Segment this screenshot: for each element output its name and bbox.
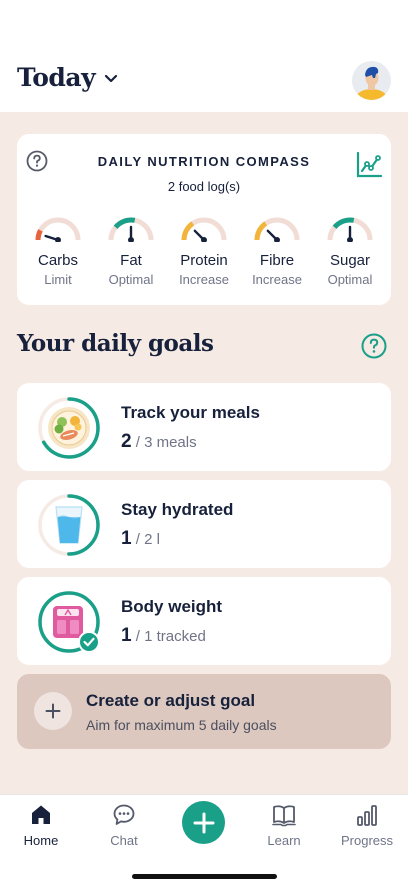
goal-progress: 1 / 1 tracked bbox=[121, 625, 206, 647]
create-goal-title: Create or adjust goal bbox=[86, 691, 256, 710]
goal-stay-hydrated[interactable]: Stay hydrated 1 / 2 l bbox=[17, 480, 391, 568]
goal-track-meals[interactable]: Track your meals 2 / 3 meals bbox=[17, 383, 391, 471]
avatar-icon bbox=[355, 66, 388, 100]
gauge-label: Carbs bbox=[37, 252, 78, 269]
gauge-status: Increase bbox=[252, 272, 302, 287]
bar-chart-icon bbox=[357, 805, 377, 826]
add-entry-button[interactable] bbox=[182, 801, 225, 844]
goal-title: Stay hydrated bbox=[121, 500, 234, 519]
goals-heading: Your daily goals bbox=[17, 330, 214, 357]
chat-icon bbox=[113, 804, 135, 825]
nav-label: Home bbox=[23, 833, 59, 848]
gauge-label: Fat bbox=[120, 252, 142, 269]
goal-progress-ring bbox=[38, 591, 100, 653]
scale-icon bbox=[53, 606, 83, 638]
gauge-status: Optimal bbox=[108, 272, 154, 287]
help-icon[interactable] bbox=[361, 333, 387, 359]
nutrition-gauges: Carbs Limit Fat Optimal Protein Increase… bbox=[22, 214, 386, 287]
nav-learn[interactable]: Learn bbox=[244, 803, 324, 848]
date-selector[interactable]: Today bbox=[17, 63, 118, 92]
gauge-meter-icon bbox=[35, 217, 81, 242]
gauge-meter-icon bbox=[181, 217, 227, 242]
nutrition-compass-card[interactable]: DAILY NUTRITION COMPASS 2 food log(s) Ca… bbox=[17, 134, 391, 305]
page-title: Today bbox=[17, 63, 96, 92]
goal-progress: 1 / 2 l bbox=[121, 528, 160, 550]
goal-progress-ring bbox=[38, 397, 100, 459]
nav-label: Progress bbox=[340, 833, 394, 848]
goal-current: 1 bbox=[121, 528, 132, 549]
meal-plate-icon bbox=[48, 407, 90, 449]
trend-chart-icon[interactable] bbox=[355, 151, 383, 179]
nav-label: Chat bbox=[110, 833, 138, 848]
goal-current: 1 bbox=[121, 625, 132, 646]
nav-progress[interactable]: Progress bbox=[327, 803, 407, 848]
nav-home[interactable]: Home bbox=[1, 803, 81, 848]
gauge-status: Increase bbox=[179, 272, 229, 287]
gauge-status: Optimal bbox=[327, 272, 373, 287]
goal-title: Body weight bbox=[121, 597, 223, 616]
food-log-count: 2 food log(s) bbox=[167, 179, 241, 194]
gauge-fibre[interactable]: Fibre Increase bbox=[241, 214, 313, 287]
gauge-meter-icon bbox=[327, 217, 373, 242]
home-icon bbox=[32, 805, 50, 824]
gauge-carbs[interactable]: Carbs Limit bbox=[22, 214, 94, 287]
goal-body-weight[interactable]: Body weight 1 / 1 tracked bbox=[17, 577, 391, 665]
goal-target: / 2 l bbox=[135, 531, 160, 548]
goal-target: / 3 meals bbox=[135, 434, 197, 451]
create-goal-subtitle: Aim for maximum 5 daily goals bbox=[86, 717, 277, 733]
book-icon bbox=[272, 805, 296, 827]
bottom-nav: Home Chat Learn Progress bbox=[0, 794, 408, 885]
top-header: Today bbox=[0, 0, 408, 112]
gauge-status: Limit bbox=[44, 272, 72, 287]
check-badge-icon bbox=[78, 631, 100, 653]
plus-icon bbox=[34, 692, 72, 730]
water-glass-icon bbox=[55, 506, 83, 544]
main-content: DAILY NUTRITION COMPASS 2 food log(s) Ca… bbox=[0, 112, 408, 794]
goal-progress: 2 / 3 meals bbox=[121, 431, 197, 453]
chevron-down-icon bbox=[105, 74, 118, 83]
goal-current: 2 bbox=[121, 431, 132, 452]
gauge-sugar[interactable]: Sugar Optimal bbox=[314, 214, 386, 287]
home-indicator bbox=[132, 874, 277, 879]
gauge-meter-icon bbox=[108, 217, 154, 242]
goal-title: Track your meals bbox=[121, 403, 260, 422]
goal-target: / 1 tracked bbox=[135, 628, 206, 645]
plus-icon bbox=[193, 812, 214, 833]
compass-title: DAILY NUTRITION COMPASS bbox=[97, 154, 311, 169]
avatar[interactable] bbox=[352, 61, 391, 100]
gauge-label: Sugar bbox=[329, 252, 371, 269]
nav-label: Learn bbox=[267, 833, 301, 848]
gauge-fat[interactable]: Fat Optimal bbox=[95, 214, 167, 287]
goal-progress-ring bbox=[38, 494, 100, 556]
gauge-label: Fibre bbox=[259, 252, 295, 269]
create-goal-button[interactable]: Create or adjust goal Aim for maximum 5 … bbox=[17, 674, 391, 749]
gauge-label: Protein bbox=[180, 252, 228, 269]
gauge-protein[interactable]: Protein Increase bbox=[168, 214, 240, 287]
nav-chat[interactable]: Chat bbox=[84, 803, 164, 848]
gauge-meter-icon bbox=[254, 217, 300, 242]
